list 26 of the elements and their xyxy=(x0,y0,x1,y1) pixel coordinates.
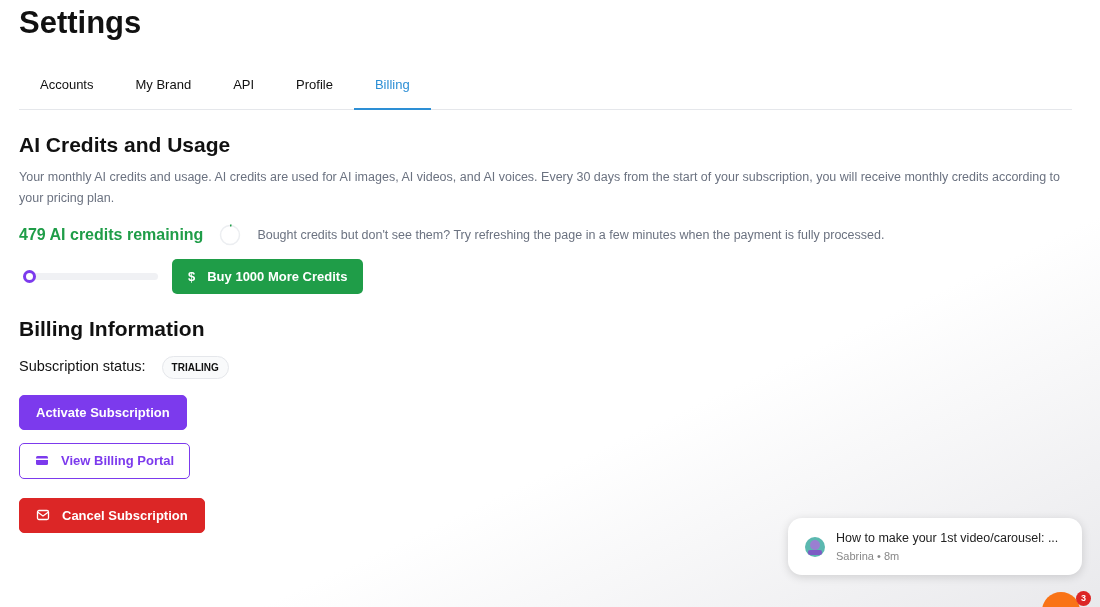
section-heading: AI Credits and Usage xyxy=(19,131,232,157)
action-button[interactable]: Activate Subscription xyxy=(19,394,187,431)
chat-sender: Sabrina • 8m xyxy=(836,548,901,564)
unread-badge: 3 xyxy=(1076,591,1091,606)
credits-remaining: 479 AI credits remaining xyxy=(19,224,204,245)
description: Your monthly AI credits and usage. AI credits are used for AI images, AI videos, and AI voices. Every 30 days from the start of your subscription, you will receive monthly credits according to your pricing plan. xyxy=(19,168,1062,207)
avatar-icon xyxy=(804,535,826,558)
chat-message: How to make your 1st video/carousel: ... xyxy=(836,529,1059,547)
status-label: Subscription status: xyxy=(19,357,146,377)
buy-credits-button[interactable]: $ Buy 1000 More Credits xyxy=(172,258,364,295)
tab[interactable]: Accounts xyxy=(19,65,115,110)
page-title: Settings xyxy=(19,4,143,42)
action-button[interactable]: Cancel Subscription xyxy=(19,497,205,534)
dollar-icon: $ xyxy=(188,266,196,287)
loading-spinner-icon xyxy=(219,223,242,246)
tab[interactable]: Billing xyxy=(353,65,431,110)
tab[interactable]: API xyxy=(212,65,276,110)
hint-text: Bought credits but don't see them? Try refreshing the page in a few minutes when the payment is fully processed. xyxy=(257,226,885,244)
status-badge: TRIALING xyxy=(161,355,229,379)
card-icon xyxy=(35,453,49,468)
tab[interactable]: Profile xyxy=(275,65,354,110)
envelope-icon xyxy=(36,508,50,523)
section-heading: Billing Information xyxy=(19,316,206,342)
tab[interactable]: My Brand xyxy=(114,65,213,110)
action-button[interactable]: View Billing Portal xyxy=(19,443,191,479)
chat-notification[interactable]: How to make your 1st video/carousel: ... Sabrina • 8m xyxy=(788,518,1082,575)
